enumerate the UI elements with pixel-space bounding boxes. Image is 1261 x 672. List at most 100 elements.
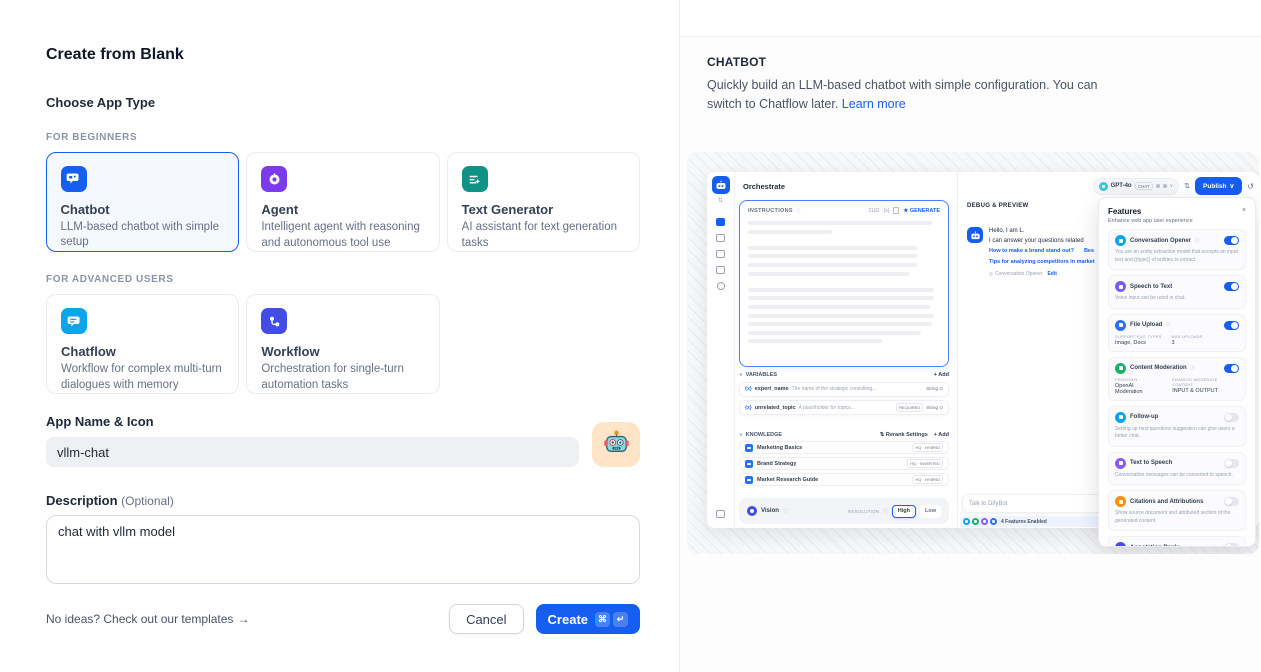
info-icon: ⓘ: [1195, 238, 1200, 244]
card-title: Chatflow: [61, 344, 224, 359]
app-icon-picker-button[interactable]: [592, 422, 640, 467]
file-upload-toggle: [1224, 321, 1239, 330]
star-icon: ★: [903, 208, 908, 214]
preview-heading: CHATBOT: [707, 55, 1261, 69]
feature-item-content-moderation: Content Moderation ⓘ PROVIDEROpenAI Mode…: [1108, 357, 1246, 401]
annotation-nav-icon: [716, 266, 725, 274]
feature-dot-icon: [990, 518, 997, 525]
enter-key-icon: ↵: [613, 612, 628, 627]
chat-input-placeholder: Talk to DifyBot: [962, 494, 1106, 513]
card-desc: Intelligent agent with reasoning and aut…: [261, 220, 424, 251]
preview-nav-icons: [716, 218, 725, 290]
right-top-strip: [680, 0, 1261, 37]
add-variable-button: + Add: [934, 372, 949, 378]
opener-icon: ◎: [989, 271, 993, 276]
create-button[interactable]: Create ⌘ ↵: [536, 604, 640, 634]
preview-window-title: Orchestrate: [743, 182, 785, 191]
instructions-placeholder-lines: [748, 221, 940, 343]
create-form-panel: Create from Blank Choose App Type FOR BE…: [0, 0, 679, 672]
templates-link[interactable]: No ideas? Check out our templates→: [46, 612, 249, 626]
arrow-right-icon: →: [237, 612, 249, 626]
card-title: Agent: [261, 202, 424, 217]
feature-item-text-to-speech: Text to Speech Conversation messages can…: [1108, 452, 1246, 486]
description-optional-label: (Optional): [121, 494, 174, 508]
learn-more-link[interactable]: Learn more: [842, 97, 906, 111]
conversation-opener-note: ◎Conversation OpenerEdit: [989, 271, 1095, 277]
info-icon: ⓘ: [1191, 365, 1196, 371]
card-desc: AI assistant for text generation tasks: [462, 220, 625, 251]
variable-icon: {x}: [745, 386, 752, 392]
resolution-low-chip: Low: [920, 505, 941, 518]
conversation-opener-icon: [1115, 235, 1126, 246]
variable-badge-icon: {x}: [884, 208, 890, 214]
speech-to-text-toggle: [1224, 282, 1239, 291]
annotation-reply-toggle: [1224, 543, 1239, 547]
variables-panel: ∨ VARIABLES + Add {x} expert_name The na…: [739, 372, 949, 415]
app-type-card-chatbot[interactable]: Chatbot LLM-based chatbot with simple se…: [46, 152, 239, 252]
preview-nav-icon: [716, 234, 725, 242]
card-title: Workflow: [261, 344, 424, 359]
feature-item-follow-up: Follow-up Setting up next questions sugg…: [1108, 406, 1246, 447]
text-to-speech-icon: [1115, 458, 1126, 469]
preview-app-icon: [712, 176, 730, 194]
variable-icon: {x}: [745, 405, 752, 411]
card-title: Chatbot: [61, 202, 225, 217]
knowledge-row: Marketing Basics HQ · HYBRID: [739, 441, 949, 454]
chatflow-icon: [61, 308, 87, 334]
agent-icon: [261, 166, 287, 192]
monitoring-nav-icon: [717, 282, 725, 290]
conversation-opener-toggle: [1224, 236, 1239, 245]
text-to-speech-toggle: [1224, 459, 1239, 468]
chatbot-icon: [61, 166, 87, 192]
feature-item-speech-to-text: Speech to Text Voice input can be used i…: [1108, 275, 1246, 309]
app-type-card-text-generator[interactable]: Text Generator AI assistant for text gen…: [447, 152, 640, 252]
bot-message: Hello, I am L. I can answer your questio…: [967, 227, 1095, 277]
char-count: 2182: [868, 208, 879, 214]
beginners-group-label: FOR BEGINNERS: [46, 132, 640, 143]
choose-app-type-label: Choose App Type: [46, 95, 640, 110]
knowledge-panel: ∨ KNOWLEDGE ⇅ Rerank Settings + Add Mark…: [739, 432, 949, 486]
debug-heading: DEBUG & PREVIEW: [967, 203, 1029, 209]
copy-icon: [893, 207, 899, 214]
settings-nav-icon: [716, 510, 725, 518]
switch-app-icon: ⇅: [718, 197, 723, 204]
preview-sidebar: ⇅: [707, 172, 735, 528]
dataset-icon: [745, 444, 753, 452]
citations-icon: [1115, 496, 1126, 507]
index-mode-chip: HQ · HYBRID: [912, 475, 943, 484]
advanced-group-label: FOR ADVANCED USERS: [46, 274, 640, 285]
info-icon: ⓘ: [883, 508, 888, 514]
app-name-label: App Name & Icon: [46, 414, 579, 429]
vision-icon: [747, 506, 757, 516]
file-upload-icon: [1115, 320, 1126, 331]
feature-dot-icon: [972, 518, 979, 525]
feature-item-file-upload: File Upload ⓘ SUPPORT FILE TYPESImage, D…: [1108, 314, 1246, 352]
dataset-icon: [745, 460, 753, 468]
app-name-input[interactable]: [46, 437, 579, 467]
resolution-high-chip: High: [892, 505, 916, 518]
feature-dot-icon: [981, 518, 988, 525]
text-generator-icon: [462, 166, 488, 192]
card-desc: LLM-based chatbot with simple setup: [61, 220, 225, 251]
annotation-reply-icon: [1115, 542, 1126, 547]
description-textarea[interactable]: chat with vllm model: [46, 515, 640, 584]
rerank-settings-button: ⇅ Rerank Settings: [880, 432, 928, 438]
bot-avatar: [967, 227, 983, 243]
suggestion-link: Tips for analyzing competitors in market: [989, 257, 1095, 267]
cancel-button[interactable]: Cancel: [449, 604, 523, 634]
vision-row: Vision ⓘ RESOLUTION ⓘ High Low: [739, 498, 949, 524]
workflow-icon: [261, 308, 287, 334]
speech-to-text-icon: [1115, 281, 1126, 292]
content-moderation-icon: [1115, 363, 1126, 374]
beginner-cards-row: Chatbot LLM-based chatbot with simple se…: [46, 152, 640, 252]
index-mode-chip: HQ · INVERTED: [907, 459, 943, 468]
suggestion-link: How to make a brand stand out?Bes: [989, 246, 1095, 256]
feature-item-citations: Citations and Attributions Show source d…: [1108, 490, 1246, 531]
preview-description: Quickly build an LLM-based chatbot with …: [707, 76, 1119, 114]
chatbot-preview-illustration: ⇅ Orchestrate: [687, 152, 1259, 554]
feature-dot-icon: [963, 518, 970, 525]
instructions-panel: INSTRUCTIONS ⓘ 2182 {x} ★ GENERATE: [739, 200, 949, 367]
orchestrate-nav-icon: [716, 218, 725, 226]
app-type-card-agent[interactable]: Agent Intelligent agent with reasoning a…: [246, 152, 439, 252]
info-icon: ⓘ: [1166, 322, 1171, 328]
